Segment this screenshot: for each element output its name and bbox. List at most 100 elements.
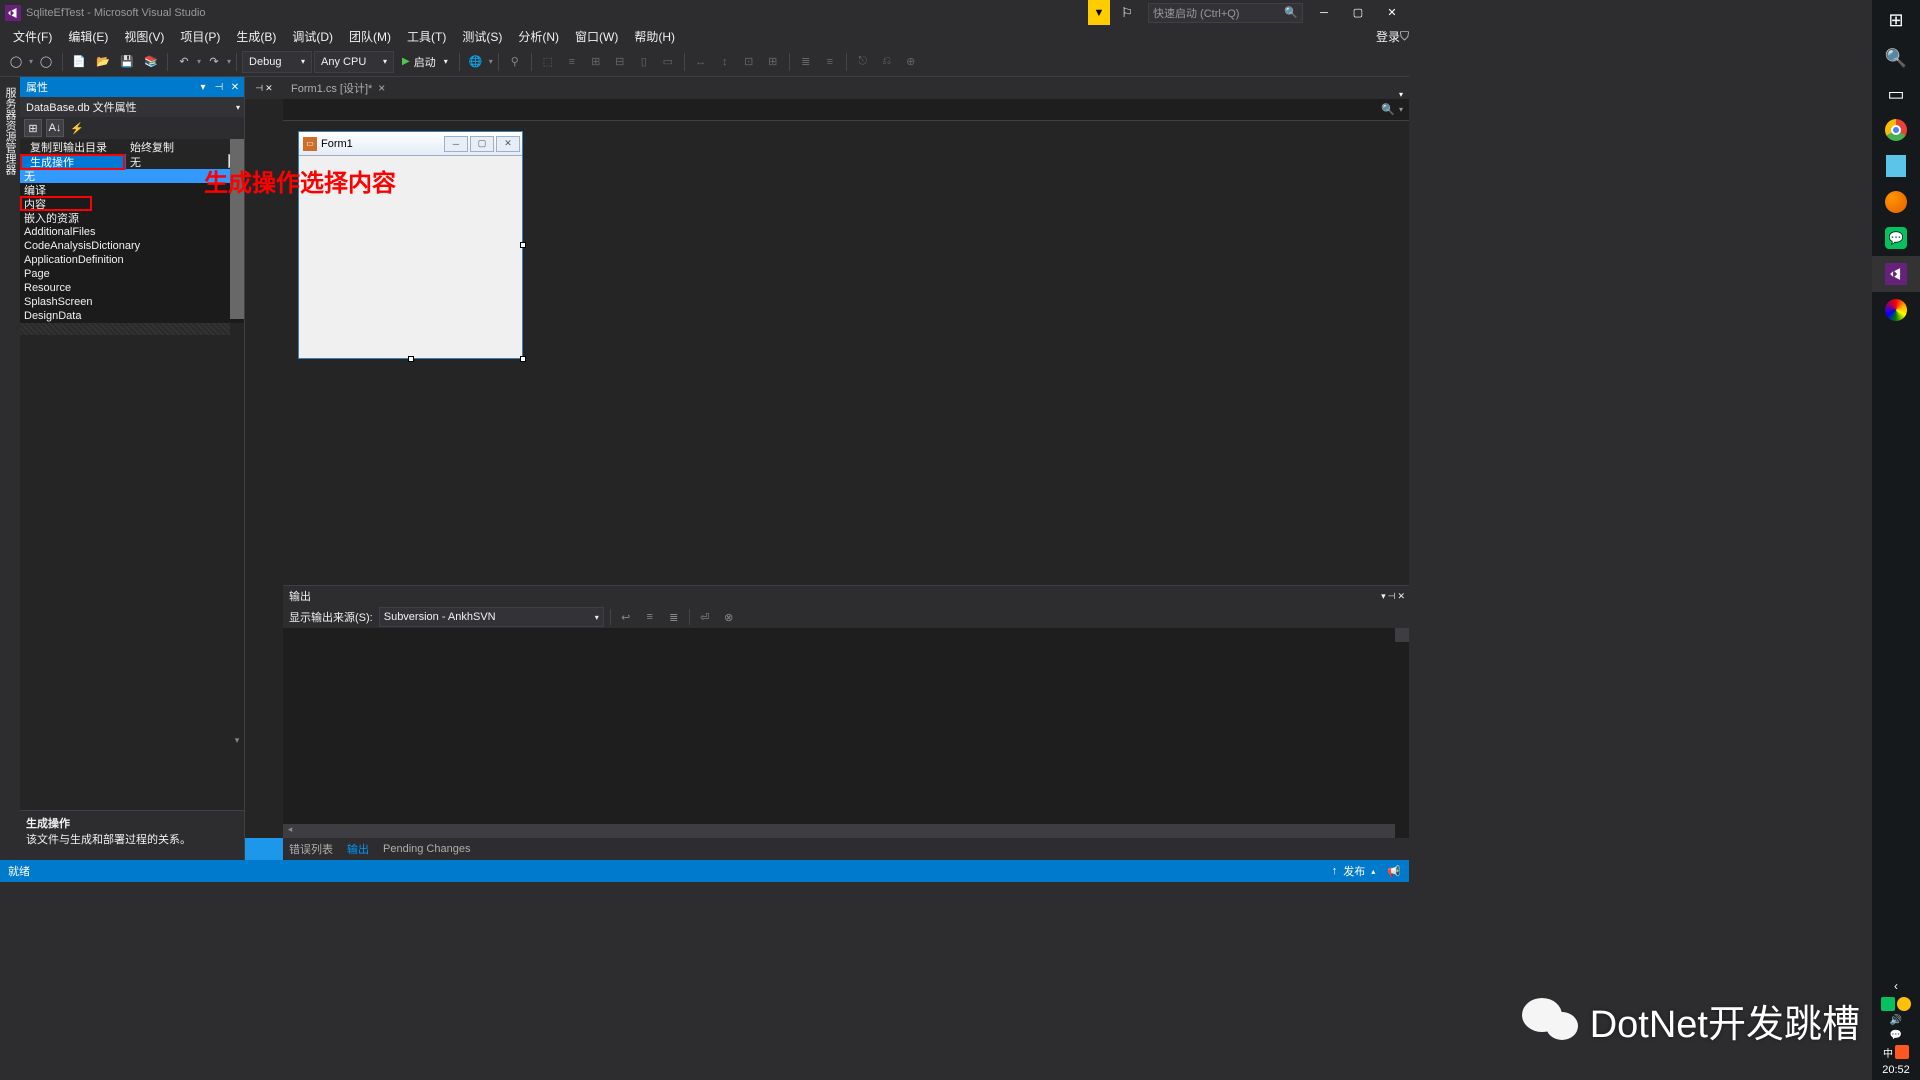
wechat-icon[interactable]: 💬: [1872, 220, 1920, 256]
nav-back-icon[interactable]: ◯: [5, 51, 27, 73]
size2-icon[interactable]: ⊞: [762, 51, 784, 73]
hspace-icon[interactable]: ↔: [690, 51, 712, 73]
save-all-icon[interactable]: 📚: [140, 51, 162, 73]
tab-form1[interactable]: Form1.cs [设计]*×: [283, 77, 393, 99]
link-icon[interactable]: ⎋: [852, 51, 874, 73]
vspace-icon[interactable]: ↕: [714, 51, 736, 73]
minimize-button[interactable]: ─: [1307, 0, 1341, 25]
output-text-area[interactable]: ◂: [283, 628, 1409, 838]
out-icon1[interactable]: ↩: [617, 608, 635, 626]
menu-view[interactable]: 视图(V): [116, 25, 172, 47]
quick-launch-input[interactable]: 快速启动 (Ctrl+Q)🔍: [1148, 3, 1303, 23]
ime-app-icon[interactable]: [1895, 1045, 1909, 1059]
panel-pin-icon[interactable]: ⊣: [212, 80, 226, 94]
dd-item-designdata[interactable]: DesignData: [20, 309, 244, 323]
panel-close-icon[interactable]: ✕: [1397, 591, 1405, 602]
panel-dropdown-icon[interactable]: ▾: [196, 80, 210, 94]
scroll-down-icon[interactable]: ▾: [230, 735, 244, 749]
panel-dropdown-icon[interactable]: ▾: [1381, 591, 1386, 602]
dd-item-splash[interactable]: SplashScreen: [20, 295, 244, 309]
clock[interactable]: 20:52: [1882, 1064, 1910, 1076]
tab-output[interactable]: 输出: [347, 841, 369, 857]
collapsed-tab[interactable]: ⊣✕: [245, 77, 283, 99]
user-icon[interactable]: ⛉: [1400, 29, 1409, 44]
panel-close-icon[interactable]: ✕: [228, 80, 242, 94]
nav-fwd-icon[interactable]: ◯: [35, 51, 57, 73]
undo-icon[interactable]: ↶: [173, 51, 195, 73]
ime-indicator[interactable]: 中: [1883, 1045, 1893, 1060]
resize-handle[interactable]: [520, 356, 526, 362]
config-combo[interactable]: Debug▾: [242, 51, 312, 73]
dd-item-codeanalysis[interactable]: CodeAnalysisDictionary: [20, 239, 244, 253]
collapsed-active-tab[interactable]: [245, 838, 283, 860]
start-menu-icon[interactable]: ⊞: [1872, 0, 1920, 40]
scroll-up-icon[interactable]: [1395, 628, 1409, 642]
scroll-left-icon[interactable]: ◂: [283, 824, 297, 838]
menu-debug[interactable]: 调试(D): [284, 25, 341, 47]
size-icon[interactable]: ⊡: [738, 51, 760, 73]
dd-item-additional[interactable]: AdditionalFiles: [20, 225, 244, 239]
save-icon[interactable]: 💾: [116, 51, 138, 73]
tab-error-list[interactable]: 错误列表: [289, 841, 333, 857]
dd-item-embedded[interactable]: 嵌入的资源: [20, 211, 244, 225]
dd-item-page[interactable]: Page: [20, 267, 244, 281]
tray-app-icon[interactable]: [1897, 997, 1911, 1011]
resize-handle[interactable]: [408, 356, 414, 362]
find-icon[interactable]: ⚲: [504, 51, 526, 73]
action-center-icon[interactable]: 💬: [1890, 1030, 1902, 1041]
search-app-icon[interactable]: 🔍: [1872, 40, 1920, 76]
menu-file[interactable]: 文件(F): [5, 25, 60, 47]
tray-wechat-icon[interactable]: [1881, 997, 1895, 1011]
vs-app-icon[interactable]: [1872, 256, 1920, 292]
vtab-server-explorer[interactable]: 服务器资源管理器: [0, 81, 20, 860]
feedback-icon[interactable]: ⚐: [1110, 0, 1144, 25]
platform-combo[interactable]: Any CPU▾: [314, 51, 394, 73]
out-icon2[interactable]: ≡: [641, 608, 659, 626]
notification-icon[interactable]: ▼: [1088, 0, 1110, 25]
menu-help[interactable]: 帮助(H): [626, 25, 683, 47]
dd-item-resource[interactable]: Resource: [20, 281, 244, 295]
align5-icon[interactable]: ▯: [633, 51, 655, 73]
browser-icon[interactable]: 🌐: [465, 51, 487, 73]
volume-icon[interactable]: 🔊: [1890, 1015, 1902, 1026]
tabs-overflow-icon[interactable]: ▾: [1399, 90, 1409, 99]
menu-build[interactable]: 生成(B): [228, 25, 284, 47]
start-button[interactable]: ▶启动▾: [396, 54, 454, 70]
out-wrap-icon[interactable]: ⏎: [696, 608, 714, 626]
tray-expand-icon[interactable]: ‹: [1894, 979, 1898, 993]
menu-tools[interactable]: 工具(T): [399, 25, 454, 47]
align2-icon[interactable]: ≡: [561, 51, 583, 73]
align6-icon[interactable]: ▭: [657, 51, 679, 73]
new-project-icon[interactable]: 📄: [68, 51, 90, 73]
chrome-icon[interactable]: [1872, 112, 1920, 148]
menu-edit[interactable]: 编辑(E): [60, 25, 116, 47]
link3-icon[interactable]: ⊕: [900, 51, 922, 73]
redo-icon[interactable]: ↷: [203, 51, 225, 73]
align-icon[interactable]: ⬚: [537, 51, 559, 73]
menu-project[interactable]: 项目(P): [172, 25, 228, 47]
prop-row-copy[interactable]: 复制到输出目录 始终复制: [20, 139, 244, 154]
maximize-button[interactable]: ▢: [1341, 0, 1375, 25]
out-clear-icon[interactable]: ⊗: [720, 608, 738, 626]
events-icon[interactable]: ⚡: [68, 119, 86, 137]
notepad-icon[interactable]: [1872, 148, 1920, 184]
login-link[interactable]: 登录: [1376, 28, 1400, 45]
panel-pin-icon[interactable]: ⊣: [1388, 591, 1396, 602]
task-view-icon[interactable]: ▭: [1872, 76, 1920, 112]
menu-window[interactable]: 窗口(W): [567, 25, 626, 47]
link2-icon[interactable]: ⎌: [876, 51, 898, 73]
order2-icon[interactable]: ≡: [819, 51, 841, 73]
categorized-icon[interactable]: ⊞: [24, 119, 42, 137]
dd-item-appdef[interactable]: ApplicationDefinition: [20, 253, 244, 267]
status-publish[interactable]: 发布: [1343, 863, 1365, 879]
property-object-line[interactable]: DataBase.db 文件属性 ▾: [20, 97, 244, 117]
hscrollbar[interactable]: [283, 824, 1395, 838]
chevron-down-icon[interactable]: ▾: [1399, 105, 1403, 114]
menu-analyze[interactable]: 分析(N): [510, 25, 567, 47]
resize-handle[interactable]: [520, 242, 526, 248]
status-sync-icon[interactable]: 📢: [1387, 865, 1401, 878]
search-icon[interactable]: 🔍: [1381, 103, 1395, 116]
tab-close-icon[interactable]: ×: [378, 81, 385, 95]
open-icon[interactable]: 📂: [92, 51, 114, 73]
order-icon[interactable]: ≣: [795, 51, 817, 73]
